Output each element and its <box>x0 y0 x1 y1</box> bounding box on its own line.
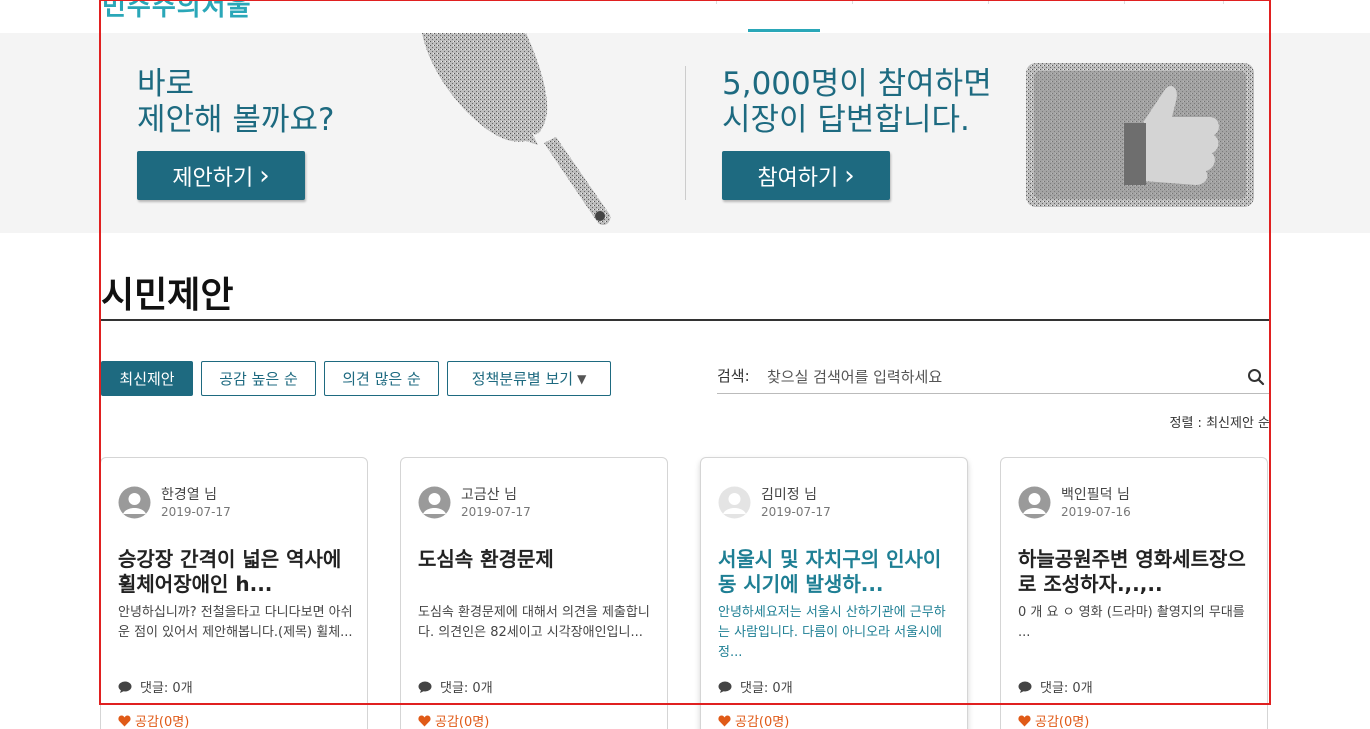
like-count-text: 공감(0명) <box>1035 715 1090 729</box>
heart-icon <box>718 715 731 726</box>
title-divider <box>100 319 1270 321</box>
comment-count-text: 댓글: 0개 <box>740 681 793 696</box>
propose-button-label: 제안하기 <box>172 165 254 191</box>
avatar-icon <box>118 486 151 519</box>
logo-text: 민주주의서울 <box>102 0 252 22</box>
filter-label: 최신제안 <box>119 370 175 388</box>
proposal-excerpt: 안녕하십니까? 전철을타고 다니다보면 아쉬운 점이 있어서 제안해봅니다.(제… <box>118 605 353 640</box>
heart-icon <box>418 715 431 726</box>
banner-divider <box>685 66 686 200</box>
comment-count: 댓글: 0개 <box>1018 677 1093 696</box>
filter-label: 의견 많은 순 <box>342 370 421 388</box>
heart-icon <box>118 715 131 726</box>
top-bar: 민주주의서울 <box>0 0 1370 33</box>
comment-count: 댓글: 0개 <box>118 677 193 696</box>
filter-bar: 최신제안 공감 높은 순 의견 많은 순 정책분류별 보기 ▼ <box>101 361 611 396</box>
like-button[interactable]: 공감(0명) <box>418 711 489 729</box>
comment-count: 댓글: 0개 <box>418 677 493 696</box>
avatar-icon <box>418 486 451 519</box>
post-date: 2019-07-17 <box>761 505 831 519</box>
filter-latest-button[interactable]: 최신제안 <box>101 361 193 396</box>
search-underline <box>717 393 1270 394</box>
banner-left-line2: 제안해 볼까요? <box>137 102 335 138</box>
author-name: 고금산 님 <box>461 487 517 503</box>
filter-category-dropdown[interactable]: 정책분류별 보기 ▼ <box>447 361 611 396</box>
filter-most-comments-button[interactable]: 의견 많은 순 <box>324 361 439 396</box>
speech-bubble-icon <box>1018 681 1032 693</box>
like-button[interactable]: 공감(0명) <box>118 711 189 729</box>
comment-count-text: 댓글: 0개 <box>1040 681 1093 696</box>
promo-banner: 바로 제안해 볼까요? 제안하기 › 5,000명이 참여하면 시장이 답변합니… <box>0 33 1370 233</box>
post-date: 2019-07-17 <box>461 505 531 519</box>
avatar-icon <box>1018 486 1051 519</box>
chevron-right-icon: › <box>259 160 270 191</box>
proposal-excerpt: 안녕하세요저는 서울시 산하기관에 근무하는 사람입니다. 다름이 아니오라 서… <box>718 605 946 660</box>
proposal-title[interactable]: 하늘공원주변 영화세트장으로 조성하자.,.,.. <box>1018 547 1253 597</box>
top-nav-tab[interactable] <box>852 0 988 4</box>
speech-bubble-icon <box>118 681 132 693</box>
search-label: 검색: <box>717 367 750 385</box>
avatar-icon <box>718 486 751 519</box>
thumbs-up-phone-illustration <box>1026 63 1254 207</box>
participate-button-label: 참여하기 <box>757 165 839 191</box>
proposal-excerpt: 도심속 환경문제에 대해서 의견을 제출합니다. 의견인은 82세이고 시각장애… <box>418 605 650 640</box>
top-nav-tab[interactable] <box>988 0 1124 4</box>
like-count-text: 공감(0명) <box>135 715 190 729</box>
chevron-right-icon: › <box>844 160 855 191</box>
site-logo[interactable]: 민주주의서울 <box>102 0 252 23</box>
like-count-text: 공감(0명) <box>435 715 490 729</box>
banner-right-line1: 5,000명이 참여하면 <box>722 66 992 102</box>
heart-icon <box>1018 715 1031 726</box>
proposal-card[interactable]: 김미정 님 2019-07-17 서울시 및 자치구의 인사이동 시기에 발생하… <box>700 457 968 729</box>
post-date: 2019-07-16 <box>1061 505 1131 519</box>
search-icon[interactable] <box>1247 368 1265 386</box>
author-name: 김미정 님 <box>761 487 817 503</box>
comment-count-text: 댓글: 0개 <box>140 681 193 696</box>
banner-left-text: 바로 제안해 볼까요? <box>137 66 334 138</box>
banner-right-line2: 시장이 답변합니다. <box>722 102 970 138</box>
sort-indicator[interactable]: 정렬 : 최신제안 순 <box>1170 412 1271 431</box>
filter-most-liked-button[interactable]: 공감 높은 순 <box>201 361 316 396</box>
proposal-title[interactable]: 도심속 환경문제 <box>418 547 653 572</box>
post-date: 2019-07-17 <box>161 505 231 519</box>
top-nav-tab[interactable] <box>716 0 852 4</box>
propose-button[interactable]: 제안하기 › <box>137 151 305 200</box>
active-tab-indicator <box>748 29 820 32</box>
top-nav-tab[interactable] <box>1124 0 1224 4</box>
comment-count: 댓글: 0개 <box>718 677 793 696</box>
filter-label: 공감 높은 순 <box>219 370 298 388</box>
like-button[interactable]: 공감(0명) <box>1018 711 1089 729</box>
banner-right-text: 5,000명이 참여하면 시장이 답변합니다. <box>722 66 992 138</box>
banner-left-line1: 바로 <box>137 66 195 102</box>
comment-count-text: 댓글: 0개 <box>440 681 493 696</box>
speech-bubble-icon <box>718 681 732 693</box>
caret-down-icon: ▼ <box>577 371 587 386</box>
like-button[interactable]: 공감(0명) <box>718 711 789 729</box>
proposal-card[interactable]: 백인필덕 님 2019-07-16 하늘공원주변 영화세트장으로 조성하자.,.… <box>1000 457 1268 729</box>
author-name: 한경열 님 <box>161 487 217 503</box>
speech-paddle-illustration <box>422 33 611 226</box>
proposal-title[interactable]: 승강장 간격이 넓은 역사에 휠체어장애인 h... <box>118 547 353 597</box>
proposal-card[interactable]: 고금산 님 2019-07-17 도심속 환경문제 도심속 환경문제에 대해서 … <box>400 457 668 729</box>
proposal-excerpt: 0 개 요 ㅇ 영화 (드라마) 촬영지의 무대를 ... <box>1018 605 1245 640</box>
proposal-title[interactable]: 서울시 및 자치구의 인사이동 시기에 발생하... <box>718 547 953 597</box>
proposal-card[interactable]: 한경열 님 2019-07-17 승강장 간격이 넓은 역사에 휠체어장애인 h… <box>100 457 368 729</box>
participate-button[interactable]: 참여하기 › <box>722 151 890 200</box>
author-name: 백인필덕 님 <box>1061 487 1130 503</box>
like-count-text: 공감(0명) <box>735 715 790 729</box>
filter-label: 정책분류별 보기 <box>471 370 574 388</box>
speech-bubble-icon <box>418 681 432 693</box>
search-input[interactable] <box>767 362 1245 392</box>
page-title: 시민제안 <box>101 275 234 316</box>
